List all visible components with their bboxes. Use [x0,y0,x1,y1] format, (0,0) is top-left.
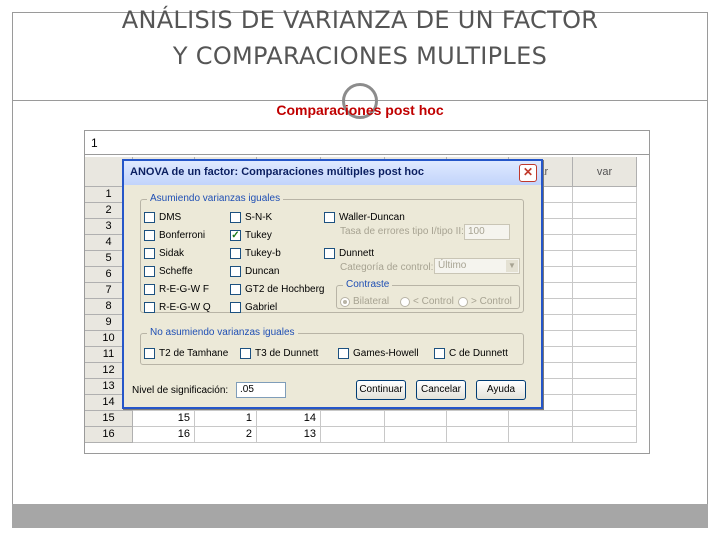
checkbox-icon[interactable] [144,212,155,223]
checkbox-icon[interactable] [434,348,445,359]
checkbox-icon[interactable] [144,248,155,259]
radio-icon[interactable] [458,297,468,307]
row-header[interactable]: 15 [85,411,133,427]
data-cell[interactable] [573,203,637,219]
option-label: Scheffe [159,266,193,277]
data-cell[interactable] [573,411,637,427]
option-label: S-N-K [245,212,273,223]
data-cell[interactable] [447,411,509,427]
post-hoc-dialog: ANOVA de un factor: Comparaciones múltip… [122,159,543,409]
checkbox-icon[interactable] [144,230,155,241]
option-label: Duncan [245,266,280,277]
data-cell[interactable] [573,347,637,363]
slide-footer-bar [12,504,708,528]
checkbox-icon[interactable] [144,266,155,277]
option-label: R-E-G-W F [159,284,209,295]
checkbox-icon[interactable] [338,348,349,359]
equal-variances-label: Asumiendo varianzas iguales [147,193,284,204]
data-cell[interactable]: 13 [257,427,321,443]
radio-icon[interactable] [400,297,410,307]
data-cell[interactable] [321,427,385,443]
column-header-var[interactable]: var [573,157,637,187]
checkbox-icon[interactable] [240,348,251,359]
cell-reference-bar[interactable]: 1 [85,131,649,155]
data-cell[interactable] [573,379,637,395]
data-cell[interactable]: 14 [257,411,321,427]
option-label: Waller-Duncan [339,212,405,223]
data-cell[interactable] [573,187,637,203]
data-cell[interactable] [573,363,637,379]
checkbox-icon[interactable] [230,302,241,313]
data-cell[interactable] [509,427,573,443]
data-cell[interactable] [573,251,637,267]
cancel-button[interactable]: Cancelar [416,380,466,400]
checkbox-icon[interactable] [230,284,241,295]
option-label: Dunnett [339,248,375,259]
data-cell[interactable] [573,299,637,315]
data-cell[interactable] [447,427,509,443]
data-cell[interactable] [573,331,637,347]
option-label: GT2 de Hochberg [245,284,325,295]
help-button[interactable]: Ayuda [476,380,526,400]
slide-title-line1: ANÁLISIS DE VARIANZA DE UN FACTOR [121,6,599,34]
data-cell[interactable] [385,411,447,427]
checkbox-icon[interactable] [230,266,241,277]
chevron-down-icon: ▼ [506,260,518,272]
option-label: Tukey-b [245,248,281,259]
data-cell[interactable]: 15 [133,411,195,427]
control-category-label: Categoría de control: [340,262,434,273]
data-cell[interactable]: 16 [133,427,195,443]
dialog-title: ANOVA de un factor: Comparaciones múltip… [124,161,541,185]
option-label: Gabriel [245,302,278,313]
radio-icon[interactable] [340,297,350,307]
data-cell[interactable] [573,267,637,283]
error-ratio-label: Tasa de errores tipo I/tipo II: [340,226,464,237]
control-category-value: Último [438,260,467,271]
checkbox-icon[interactable] [230,212,241,223]
contrast-label: Contraste [343,279,393,290]
checkbox-checked-icon[interactable]: ✓ [230,230,241,241]
data-cell[interactable] [573,235,637,251]
radio-label: < Control [413,296,454,307]
option-label: DMS [159,212,182,223]
option-label: T3 de Dunnett [255,348,319,359]
data-cell[interactable] [573,315,637,331]
data-cell[interactable]: 2 [195,427,257,443]
checkbox-icon[interactable] [324,212,335,223]
option-label: Games-Howell [353,348,419,359]
slide-subtitle: Comparaciones post hoc [276,102,444,118]
option-label: Tukey [245,230,272,241]
error-ratio-input[interactable]: 100 [464,224,510,240]
data-cell[interactable] [509,411,573,427]
radio-label: > Control [471,296,512,307]
checkbox-icon[interactable] [144,284,155,295]
unequal-variances-label: No asumiendo varianzas iguales [147,327,298,338]
checkbox-icon[interactable] [144,348,155,359]
control-category-select[interactable]: Último ▼ [434,258,520,274]
option-label: Sidak [159,248,185,259]
option-label: Bonferroni [159,230,206,241]
option-label: T2 de Tamhane [159,348,229,359]
significance-label: Nivel de significación: [132,385,229,396]
option-label: C de Dunnett [449,348,508,359]
data-cell[interactable] [321,411,385,427]
option-label: R-E-G-W Q [159,302,211,313]
checkbox-icon[interactable] [230,248,241,259]
data-cell[interactable]: 1 [195,411,257,427]
significance-input[interactable]: .05 [236,382,286,398]
checkbox-icon[interactable] [324,248,335,259]
data-cell[interactable] [573,395,637,411]
data-cell[interactable] [573,283,637,299]
close-button[interactable]: ✕ [519,164,537,182]
radio-label: Bilateral [353,296,390,307]
data-cell[interactable] [573,219,637,235]
continue-button[interactable]: Continuar [356,380,406,400]
checkbox-icon[interactable] [144,302,155,313]
slide-title-line2: Y COMPARACIONES MULTIPLES [172,42,548,70]
data-cell[interactable] [385,427,447,443]
row-header[interactable]: 16 [85,427,133,443]
data-cell[interactable] [573,427,637,443]
